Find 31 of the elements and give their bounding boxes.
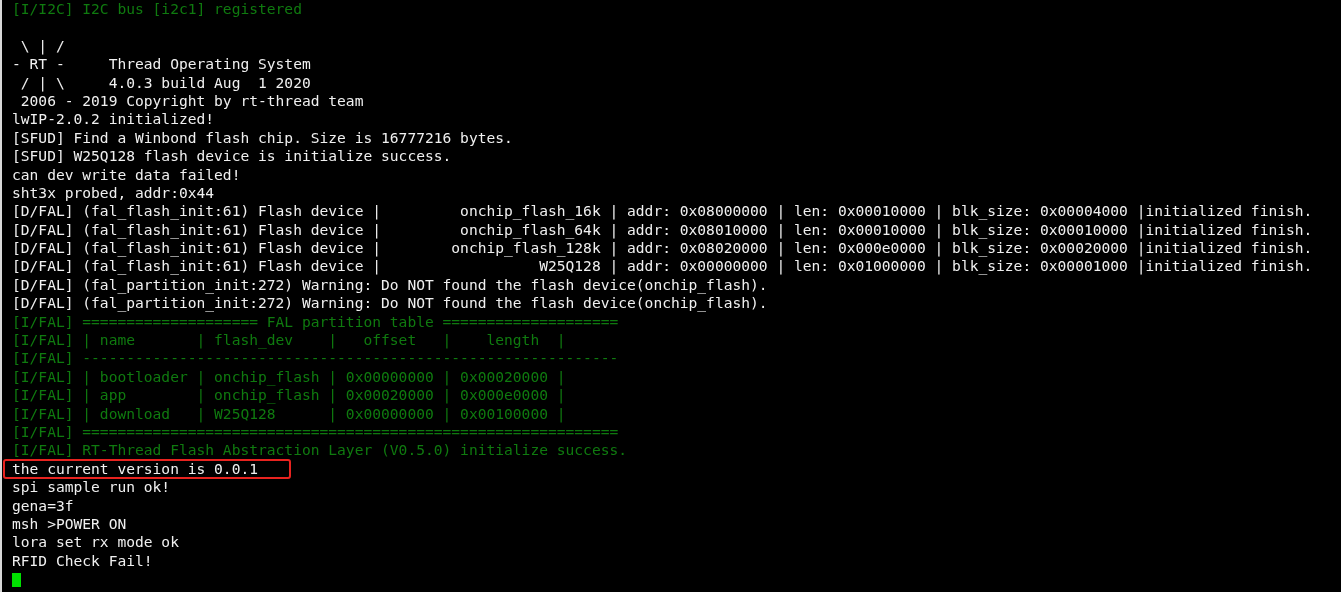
log-line: the current version is 0.0.1	[12, 459, 258, 477]
log-line: [D/FAL] (fal_partition_init:272) Warning: Do NOT found the flash device(onchip_flash).	[12, 275, 768, 293]
log-line: [SFUD] W25Q128 flash device is initialize success.	[12, 147, 452, 165]
log-line: RFID Check Fail!	[12, 551, 153, 569]
log-line: [SFUD] Find a Winbond flash chip. Size is 16777216 bytes.	[12, 128, 513, 146]
log-line: lwIP-2.0.2 initialized!	[12, 110, 215, 128]
log-line: [D/FAL] (fal_flash_init:61) Flash device | onchip_flash_64k | addr: 0x08010000 | len: 0x00010000 | blk_size: 0x00010000 |initialized finish.	[12, 220, 1313, 238]
log-line: [I/FAL] ==================== FAL partition table ====================	[12, 312, 619, 330]
log-line: msh >POWER ON	[12, 514, 127, 532]
log-line: [D/FAL] (fal_flash_init:61) Flash device | W25Q128 | addr: 0x00000000 | len: 0x01000000 | blk_size: 0x00001000 |initialized finish.	[12, 257, 1313, 275]
log-line: can dev write data failed!	[12, 165, 241, 183]
log-line: [I/FAL] RT-Thread Flash Abstraction Layer (V0.5.0) initialize success.	[12, 441, 628, 459]
log-line: 2006 - 2019 Copyright by rt-thread team	[19, 91, 364, 109]
log-line: / | \ 4.0.3 build Aug 1 2020	[19, 73, 311, 91]
log-line: lora set rx mode ok	[12, 533, 179, 551]
log-line: [D/FAL] (fal_partition_init:272) Warning: Do NOT found the flash device(onchip_flash).	[12, 294, 768, 312]
cursor	[12, 573, 21, 588]
log-line: [I/FAL] | app | onchip_flash | 0x00020000 | 0x000e0000 |	[12, 386, 566, 404]
log-line: [D/FAL] (fal_flash_init:61) Flash device | onchip_flash_128k | addr: 0x08020000 | len: 0x000e0000 | blk_size: 0x00020000 |initialized finish.	[12, 239, 1313, 257]
log-line: [I/FAL] | download | W25Q128 | 0x00000000 | 0x00100000 |	[12, 404, 566, 422]
log-line: [I/FAL] | name | flash_dev | offset | length |	[12, 331, 566, 349]
log-line: spi sample run ok!	[12, 478, 171, 496]
log-line: [D/FAL] (fal_flash_init:61) Flash device | onchip_flash_16k | addr: 0x08000000 | len: 0x00010000 | blk_size: 0x00004000 |initialized finish.	[12, 202, 1313, 220]
log-line: sht3x probed, addr:0x44	[12, 183, 215, 201]
log-line: gena=3f	[12, 496, 74, 514]
log-line: [I/I2C] I2C bus [i2c1] registered	[12, 0, 302, 17]
log-line: [I/FAL] -------------------------------------------------------------	[12, 349, 619, 367]
log-line: [I/FAL] | bootloader | onchip_flash | 0x00000000 | 0x00020000 |	[12, 367, 566, 385]
log-line: \ | /	[19, 36, 65, 54]
log-line: [I/FAL] =============================================================	[12, 423, 619, 440]
log-line: - RT - Thread Operating System	[12, 55, 311, 73]
